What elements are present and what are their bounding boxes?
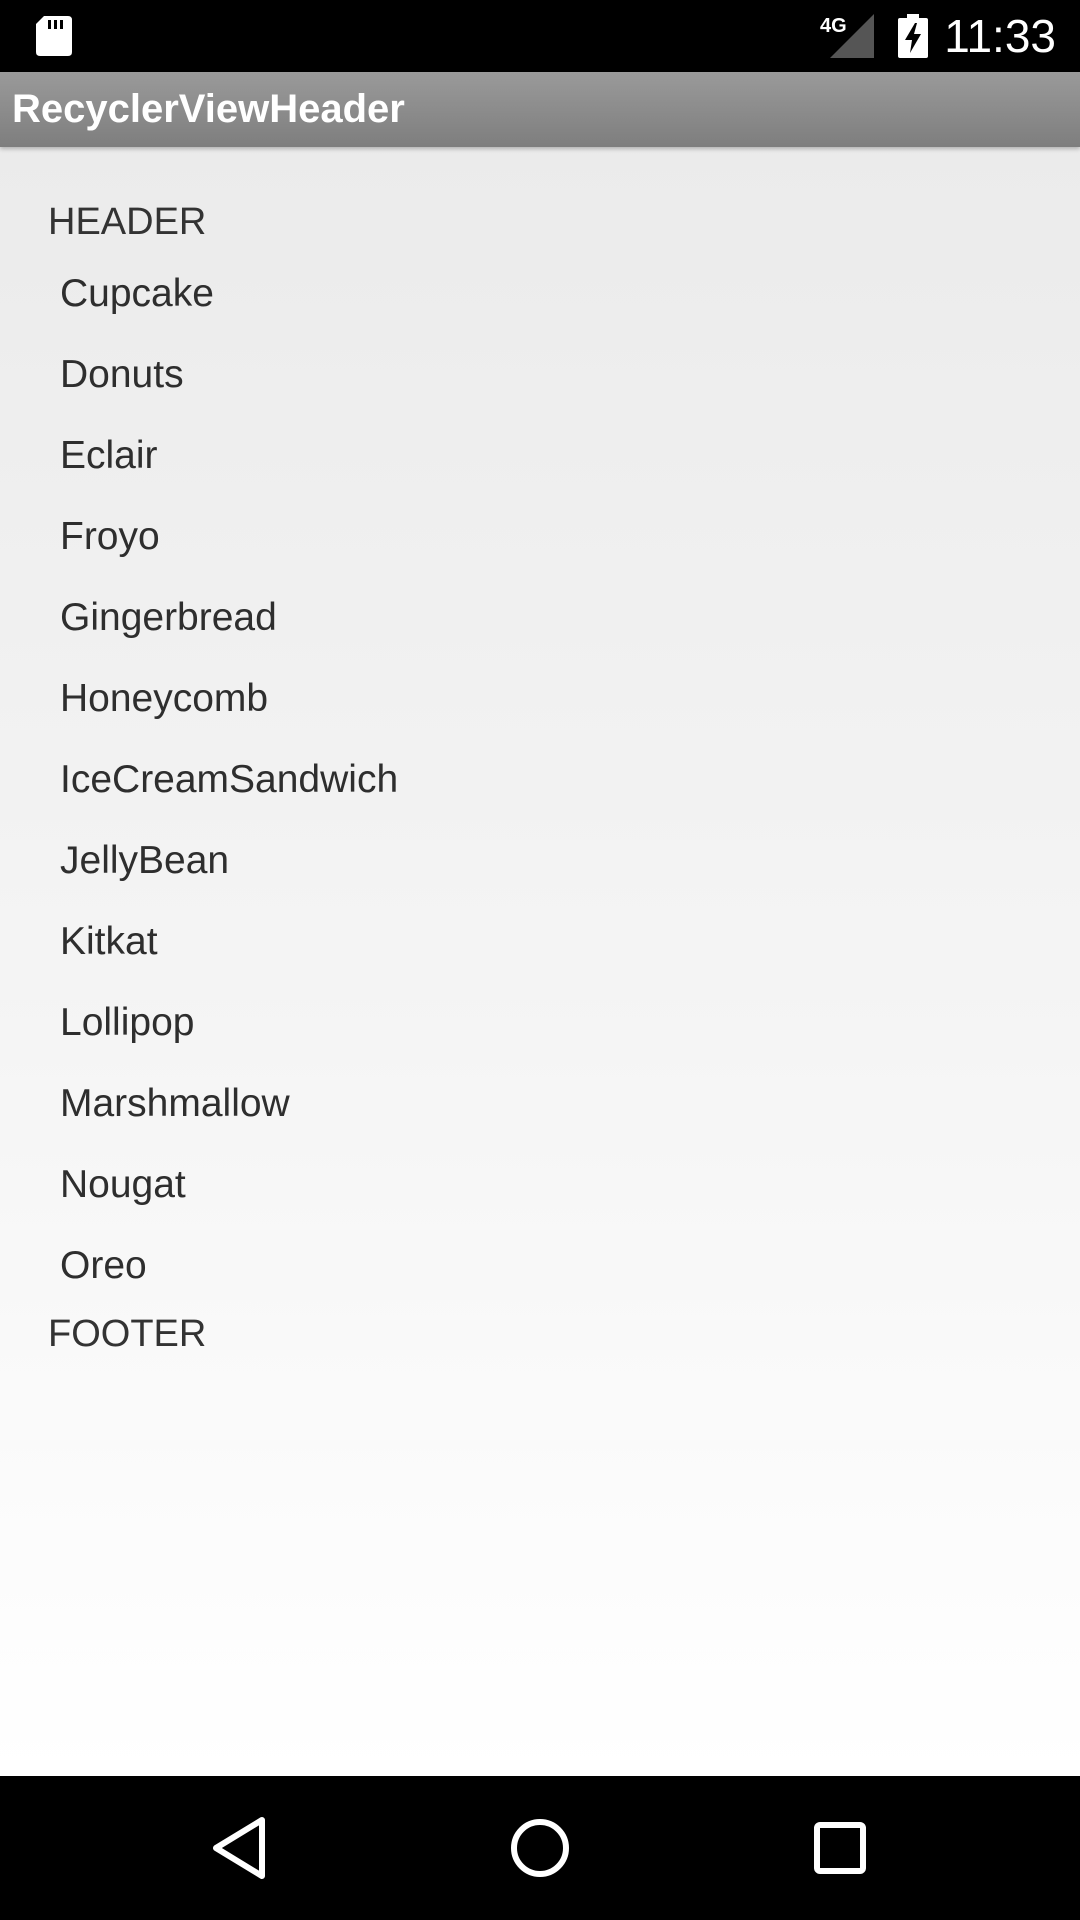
recents-icon[interactable] [790, 1798, 890, 1898]
signal-icon: 4G [820, 14, 874, 58]
item-list: Cupcake Donuts Eclair Froyo Gingerbread … [0, 253, 1080, 1306]
list-item[interactable]: IceCreamSandwich [0, 739, 1080, 820]
list-item[interactable]: Oreo [0, 1225, 1080, 1306]
home-icon[interactable] [490, 1798, 590, 1898]
app-bar: RecyclerViewHeader [0, 72, 1080, 147]
list-item[interactable]: Honeycomb [0, 658, 1080, 739]
list-footer: FOOTER [48, 1313, 207, 1355]
network-type-label: 4G [820, 15, 847, 37]
list-item[interactable]: JellyBean [0, 820, 1080, 901]
screen: 4G 11:33 RecyclerViewHeader HEADER Cupca… [0, 0, 1080, 1920]
recycler-view[interactable]: HEADER Cupcake Donuts Eclair Froyo Ginge… [0, 147, 1080, 1776]
navigation-bar [0, 1776, 1080, 1920]
app-title: RecyclerViewHeader [12, 87, 405, 131]
status-clock: 11:33 [944, 10, 1056, 62]
status-bar: 4G 11:33 [0, 0, 1080, 72]
list-item[interactable]: Nougat [0, 1144, 1080, 1225]
list-item[interactable]: Lollipop [0, 982, 1080, 1063]
list-item[interactable]: Gingerbread [0, 577, 1080, 658]
list-item[interactable]: Kitkat [0, 901, 1080, 982]
list-item[interactable]: Cupcake [0, 253, 1080, 334]
back-icon[interactable] [190, 1798, 290, 1898]
list-item[interactable]: Marshmallow [0, 1063, 1080, 1144]
list-item[interactable]: Eclair [0, 415, 1080, 496]
list-header: HEADER [48, 201, 207, 243]
sd-card-icon [36, 16, 72, 56]
list-item[interactable]: Froyo [0, 496, 1080, 577]
battery-charging-icon [898, 14, 928, 58]
list-item[interactable]: Donuts [0, 334, 1080, 415]
